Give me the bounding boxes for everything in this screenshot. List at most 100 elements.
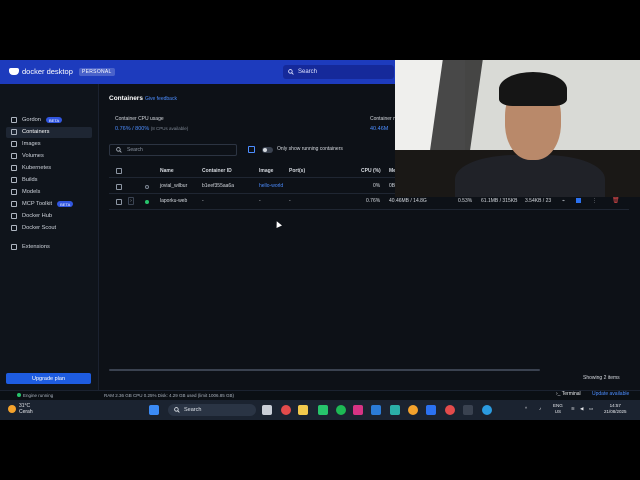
sidebar-item-kubernetes[interactable]: Kubernetes (11, 163, 51, 173)
sidebar-item-models[interactable]: Models (11, 187, 40, 197)
sidebar-item-label: Docker Scout (22, 225, 57, 231)
running-only-toggle[interactable] (262, 147, 273, 153)
global-search-placeholder: Search (298, 69, 318, 75)
column-container-id[interactable]: Container ID (202, 168, 232, 174)
docker-logo[interactable]: docker desktop (9, 67, 73, 76)
select-all-checkbox[interactable] (116, 168, 122, 174)
letterbox-bottom (0, 420, 640, 480)
vscode-icon[interactable] (371, 405, 381, 415)
wifi-icon[interactable]: ≋ (571, 406, 575, 412)
search-placeholder: Search (127, 147, 143, 153)
sidebar-item-extensions[interactable]: Extensions (11, 242, 50, 252)
sidebar-item-label: Images (22, 141, 41, 147)
sun-icon (8, 405, 16, 413)
container-name[interactable]: jovial_wilbur (160, 183, 187, 189)
sidebar-item-docker-scout[interactable]: Docker Scout (11, 223, 56, 233)
sidebar-item-containers[interactable]: Containers (11, 127, 50, 137)
mcp-icon (11, 201, 17, 207)
cpu-usage-number: 0.76% / 800% (115, 126, 150, 132)
container-logs-icon[interactable]: ⌁ (562, 198, 565, 204)
volumes-icon (11, 153, 17, 159)
sidebar-item-docker-hub[interactable]: Docker Hub (11, 211, 52, 221)
expand-chevron-icon[interactable]: › (128, 197, 134, 205)
row-divider (109, 209, 629, 210)
container-name[interactable]: laporku-web (160, 198, 187, 204)
whatsapp-icon[interactable] (318, 405, 328, 415)
status-stopped-icon (145, 185, 149, 189)
upgrade-plan-button[interactable]: Upgrade plan (6, 373, 91, 384)
tray-chevron-icon[interactable]: ^ (525, 406, 527, 412)
container-image-link[interactable]: hello-world (259, 183, 283, 189)
row-checkbox[interactable] (116, 199, 122, 205)
chrome-profile-icon[interactable] (408, 405, 418, 415)
update-available-link[interactable]: Update available (592, 391, 629, 397)
kubernetes-icon (11, 165, 17, 171)
page-title: Containers (109, 95, 143, 102)
engine-status-text: Engine running (23, 393, 54, 398)
terminal-taskbar-icon[interactable] (463, 405, 473, 415)
give-feedback-link[interactable]: Give feedback (145, 96, 177, 102)
builds-icon (11, 177, 17, 183)
sidebar-item-builds[interactable]: Builds (11, 175, 38, 185)
task-view-icon[interactable] (262, 405, 272, 415)
weather-widget[interactable]: 31°C Cerah (8, 403, 33, 415)
sidebar-item-volumes[interactable]: Volumes (11, 151, 44, 161)
status-running-icon (145, 200, 149, 204)
windows-taskbar: 31°C Cerah Search ^ ♪ ENG US ≋ ◀ ▭ 14:57… (0, 400, 640, 420)
language-indicator[interactable]: ENG US (553, 403, 563, 415)
sidebar-item-mcp-toolkit[interactable]: MCP Toolkit BETA (11, 199, 74, 209)
container-ports: - (289, 198, 291, 204)
app-icon[interactable] (390, 405, 400, 415)
column-name[interactable]: Name (160, 168, 174, 174)
sidebar-item-gordon[interactable]: Gordon BETA (11, 115, 63, 125)
weather-condition: Cerah (19, 409, 33, 415)
row-divider (109, 193, 399, 194)
sidebar-item-label: Gordon (22, 117, 41, 123)
mic-icon[interactable]: ♪ (539, 406, 541, 412)
column-image[interactable]: Image (259, 168, 273, 174)
weather-text: 31°C Cerah (19, 403, 33, 415)
container-network-io: 61.1MB / 315KB (481, 198, 518, 204)
container-cpu: 0% (373, 183, 381, 189)
battery-icon[interactable]: ▭ (589, 406, 593, 412)
container-image: - (259, 198, 261, 204)
terminal-label: Terminal (561, 391, 581, 397)
spotify-icon[interactable] (336, 405, 346, 415)
columns-icon[interactable] (248, 146, 255, 153)
edge-icon[interactable] (482, 405, 492, 415)
sidebar-item-label: Extensions (22, 244, 50, 250)
stop-button-icon[interactable] (576, 198, 581, 203)
items-count: Showing 2 items (583, 375, 620, 381)
horizontal-scrollbar[interactable] (109, 369, 540, 371)
docker-taskbar-icon[interactable] (426, 405, 436, 415)
running-only-label: Only show running containers (277, 146, 343, 152)
column-ports[interactable]: Port(s) (289, 168, 305, 174)
search-icon (116, 147, 122, 153)
container-id: b1eef355aa6a (202, 183, 234, 189)
volume-icon[interactable]: ◀ (580, 406, 583, 412)
hub-icon (11, 213, 17, 219)
chrome-icon[interactable] (281, 405, 291, 415)
taskbar-search[interactable]: Search (168, 404, 256, 416)
sidebar-item-images[interactable]: Images (11, 139, 41, 149)
delete-icon[interactable]: 🗑 (612, 197, 620, 204)
global-search[interactable]: Search (283, 65, 394, 79)
row-checkbox[interactable] (116, 184, 122, 190)
memory-usage-label: Container m (370, 116, 398, 122)
column-cpu[interactable]: CPU (%) (361, 168, 381, 174)
webcam-person-body (455, 155, 605, 197)
terminal-button[interactable]: ›_ Terminal (556, 391, 581, 397)
containers-search-input[interactable]: Search (109, 144, 237, 156)
instagram-icon[interactable] (353, 405, 363, 415)
cpu-available-note: (8 CPUs available) (150, 126, 189, 131)
more-options-icon[interactable]: ⋮ (592, 198, 597, 204)
recording-icon[interactable] (445, 405, 455, 415)
file-explorer-icon[interactable] (298, 405, 308, 415)
sidebar-item-label: Builds (22, 177, 38, 183)
windows-start-icon[interactable] (149, 405, 159, 415)
clock-time: 14:57 (609, 403, 621, 408)
container-memory: 40.46MB / 14.8G (389, 198, 427, 204)
clock[interactable]: 14:57 21/08/2025 (604, 403, 627, 415)
container-id: - (202, 198, 204, 204)
brand-name: docker desktop (22, 67, 73, 76)
